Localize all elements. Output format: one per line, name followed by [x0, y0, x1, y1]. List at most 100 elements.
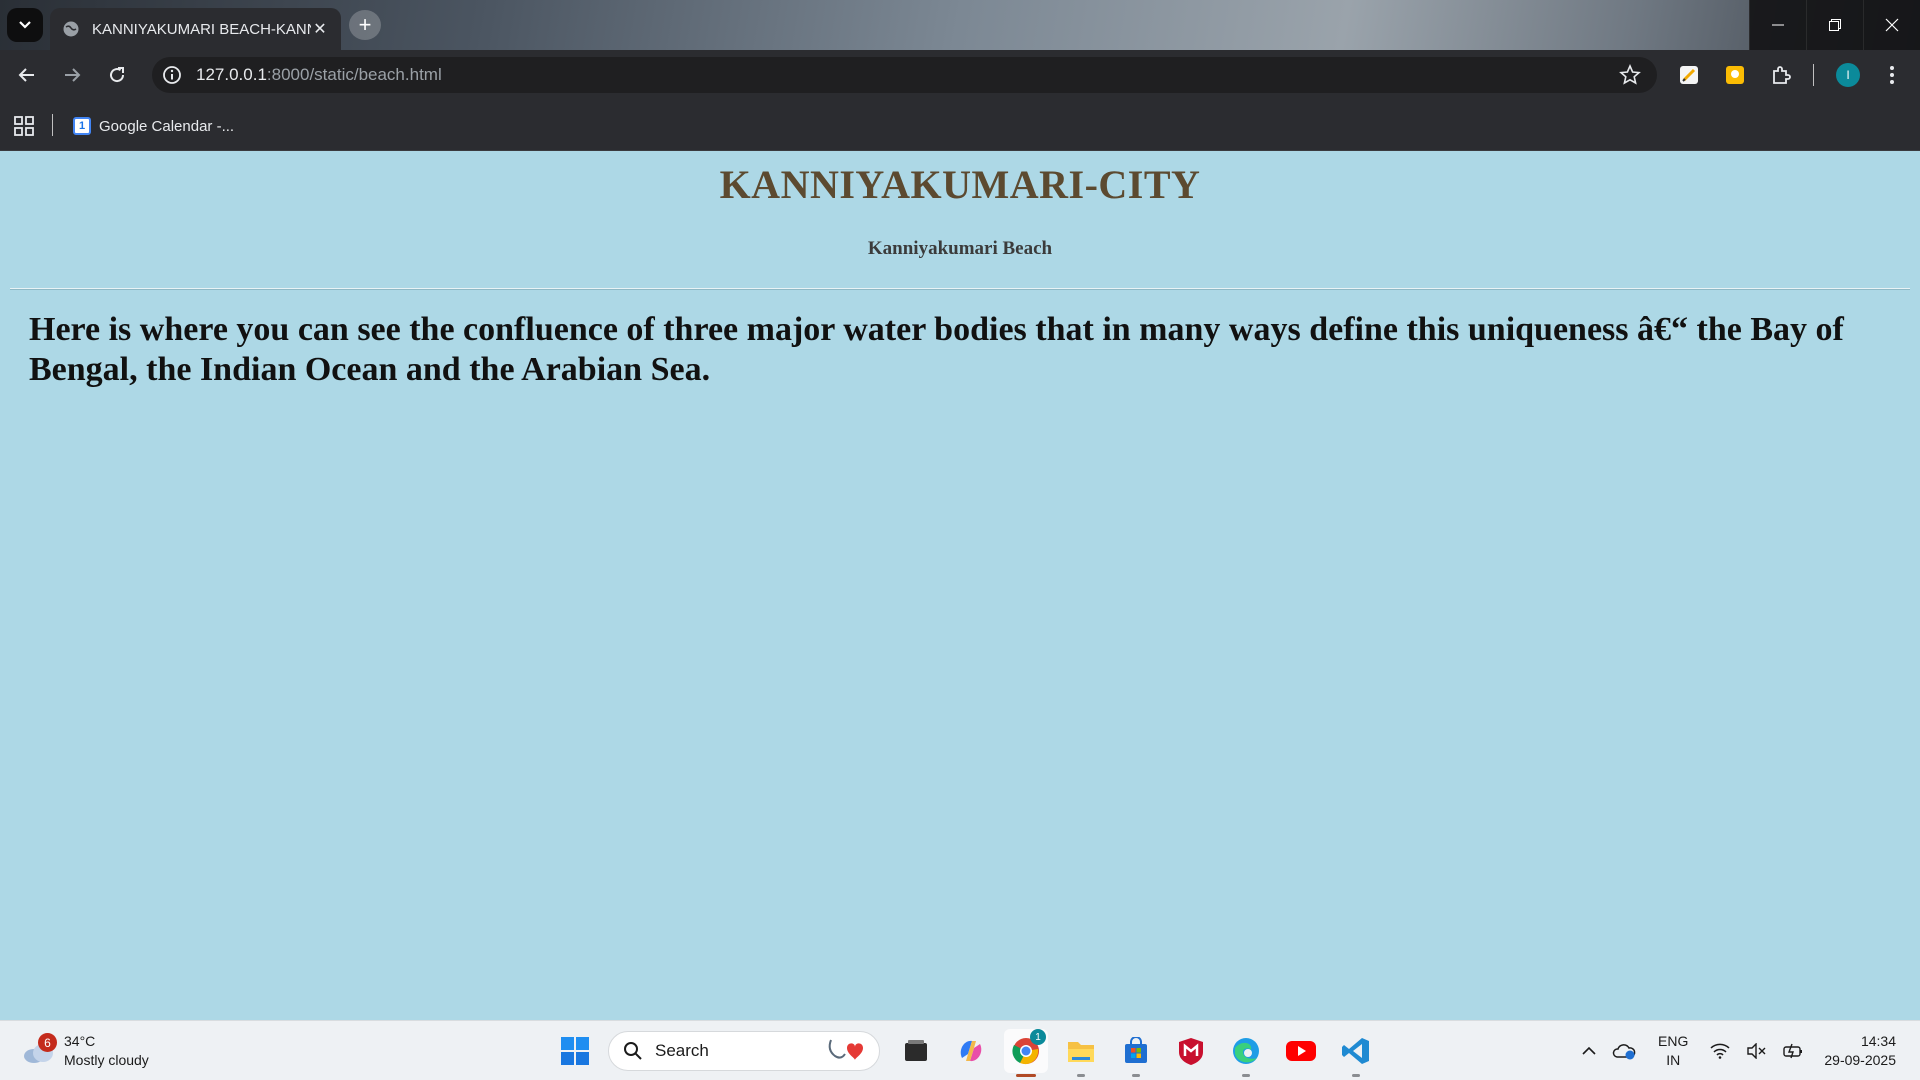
back-button[interactable] — [14, 62, 40, 88]
profile-avatar[interactable]: I — [1836, 63, 1860, 87]
language-indicator[interactable]: ENG IN — [1658, 1032, 1688, 1070]
bookmarks-separator — [52, 114, 53, 136]
chrome-profile-badge: 1 — [1030, 1029, 1046, 1045]
close-icon — [1885, 18, 1899, 32]
search-icon — [624, 1042, 642, 1060]
profile-initial: I — [1846, 68, 1850, 82]
youtube-icon — [1286, 1041, 1316, 1061]
tab-search-button[interactable] — [7, 8, 43, 42]
mcafee-button[interactable] — [1169, 1029, 1213, 1073]
bookmark-label: Google Calendar -... — [99, 117, 235, 135]
bookmark-star-icon[interactable] — [1619, 64, 1641, 86]
address-bar[interactable]: 127.0.0.1:8000/static/beach.html — [152, 57, 1657, 93]
search-label: Search — [655, 1041, 709, 1060]
minimize-button[interactable] — [1749, 0, 1806, 50]
battery-charging-icon — [1783, 1043, 1803, 1059]
arrow-right-icon — [65, 68, 81, 82]
show-hidden-icons[interactable] — [1582, 1046, 1596, 1056]
keep-extension-icon[interactable] — [1723, 63, 1747, 87]
url-path: :8000/static/beach.html — [266, 65, 442, 84]
page-paragraph: Here is where you can see the confluence… — [29, 311, 1844, 388]
taskbar-search[interactable]: Search — [608, 1031, 880, 1071]
volume-muted-icon — [1747, 1043, 1766, 1059]
extensions-puzzle-icon[interactable] — [1769, 63, 1793, 87]
wifi-tray[interactable] — [1710, 1043, 1730, 1059]
browser-toolbar: 127.0.0.1:8000/static/beach.html I — [0, 50, 1920, 100]
task-view-button[interactable] — [894, 1029, 938, 1073]
cloud-sync-icon — [1612, 1044, 1636, 1060]
windows-logo-icon — [561, 1037, 589, 1065]
start-button[interactable] — [553, 1029, 597, 1073]
url-host: 127.0.0.1 — [196, 65, 267, 84]
file-explorer-button[interactable] — [1059, 1029, 1103, 1077]
chevron-down-icon — [19, 21, 31, 29]
chevron-up-icon — [1582, 1046, 1596, 1055]
google-calendar-icon: 1 — [73, 117, 91, 135]
reload-button[interactable] — [104, 62, 130, 88]
clock-date: 29-09-2025 — [1824, 1052, 1896, 1068]
forward-button[interactable] — [59, 62, 85, 88]
running-indicator — [1242, 1074, 1250, 1077]
youtube-button[interactable] — [1279, 1029, 1323, 1073]
running-indicator — [1132, 1074, 1140, 1077]
chrome-taskbar-button[interactable]: 1 — [1004, 1029, 1048, 1077]
apps-grid-icon[interactable] — [14, 116, 34, 136]
cloud-icon: 6 — [22, 1033, 57, 1066]
edge-icon — [1233, 1038, 1259, 1064]
volume-tray[interactable] — [1746, 1043, 1766, 1059]
restore-icon — [1829, 19, 1841, 31]
page-heading: KANNIYAKUMARI-CITY — [719, 162, 1201, 207]
running-indicator — [1016, 1074, 1036, 1077]
reload-icon — [110, 67, 125, 83]
clock-time: 14:34 — [1860, 1033, 1896, 1049]
clock[interactable]: 14:34 29-09-2025 — [1824, 1032, 1896, 1070]
onedrive-tray[interactable] — [1612, 1042, 1636, 1060]
wifi-icon — [1710, 1043, 1730, 1059]
arrow-left-icon — [18, 68, 34, 82]
url-text: 127.0.0.1:8000/static/beach.html — [196, 65, 442, 85]
more-menu-icon[interactable] — [1880, 63, 1904, 87]
toolbar-separator — [1813, 64, 1814, 86]
weather-badge: 6 — [38, 1033, 57, 1052]
globe-icon — [63, 21, 79, 37]
weather-widget[interactable]: 6 34°C Mostly cloudy — [22, 1031, 149, 1071]
store-icon — [1125, 1037, 1147, 1063]
taskbar-apps: Search 1 — [553, 1029, 1389, 1077]
site-info-icon[interactable] — [160, 63, 184, 87]
web-page: KANNIYAKUMARI-CITY Kanniyakumari Beach H… — [0, 151, 1920, 1020]
notes-extension-icon[interactable] — [1677, 63, 1701, 87]
browser-tab-active[interactable]: KANNIYAKUMARI BEACH-KANNIYAKUMARI ✕ — [50, 8, 341, 50]
weather-condition: Mostly cloudy — [64, 1052, 149, 1068]
copilot-button[interactable] — [949, 1029, 993, 1073]
tab-title: KANNIYAKUMARI BEACH-KANNIYAKUMARI — [92, 20, 311, 38]
page-subheading: Kanniyakumari Beach — [867, 238, 1053, 259]
edge-button[interactable] — [1224, 1029, 1268, 1077]
close-window-button[interactable] — [1863, 0, 1920, 50]
mcafee-shield-icon — [1179, 1038, 1203, 1065]
running-indicator — [1352, 1074, 1360, 1077]
window-controls — [1749, 0, 1920, 50]
search-highlight-icon — [828, 1039, 863, 1060]
bookmark-google-calendar[interactable]: 1 Google Calendar -... — [73, 114, 234, 138]
running-indicator — [1077, 1074, 1085, 1077]
vscode-button[interactable] — [1334, 1029, 1378, 1077]
vscode-icon — [1342, 1038, 1369, 1064]
horizontal-rule — [10, 288, 1910, 290]
bookmarks-bar: 1 Google Calendar -... — [0, 100, 1920, 151]
temperature: 34°C — [64, 1033, 96, 1049]
copilot-icon — [960, 1040, 982, 1062]
browser-title-bar: KANNIYAKUMARI BEACH-KANNIYAKUMARI ✕ + — [0, 0, 1920, 50]
folder-icon — [1068, 1042, 1094, 1062]
tab-close-icon[interactable]: ✕ — [311, 19, 329, 39]
battery-tray[interactable] — [1782, 1043, 1804, 1059]
system-tray: ENG IN 14:34 29-09-2025 — [1574, 1021, 1920, 1080]
language-code: ENG — [1658, 1033, 1689, 1049]
task-view-icon — [905, 1040, 927, 1061]
minimize-icon — [1772, 24, 1784, 26]
new-tab-button[interactable]: + — [349, 10, 381, 40]
restore-button[interactable] — [1806, 0, 1863, 50]
windows-taskbar: 6 34°C Mostly cloudy Search 1 ENG IN 14:… — [0, 1020, 1920, 1080]
plus-icon: + — [358, 12, 372, 37]
microsoft-store-button[interactable] — [1114, 1029, 1158, 1077]
region-code: IN — [1666, 1052, 1681, 1068]
